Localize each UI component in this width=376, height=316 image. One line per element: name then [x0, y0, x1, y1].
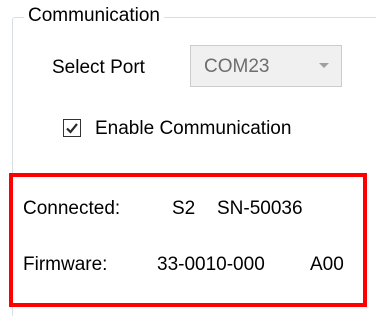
connected-slot-value: S2	[172, 198, 196, 219]
check-icon	[66, 123, 78, 134]
serial-number-value: SN-50036	[217, 198, 303, 219]
firmware-label: Firmware:	[23, 254, 108, 275]
firmware-version-value: 33-0010-000	[157, 254, 265, 275]
enable-communication-checkbox[interactable]	[63, 119, 81, 137]
chevron-down-icon[interactable]	[319, 63, 329, 68]
firmware-revision-value: A00	[310, 254, 344, 275]
group-title: Communication	[24, 4, 164, 28]
port-select[interactable]: COM23	[190, 45, 342, 87]
status-highlight-box	[9, 173, 367, 307]
port-select-value: COM23	[204, 56, 270, 77]
enable-communication-label[interactable]: Enable Communication	[95, 117, 291, 141]
select-port-label: Select Port	[52, 57, 145, 78]
connected-label: Connected:	[23, 198, 121, 219]
